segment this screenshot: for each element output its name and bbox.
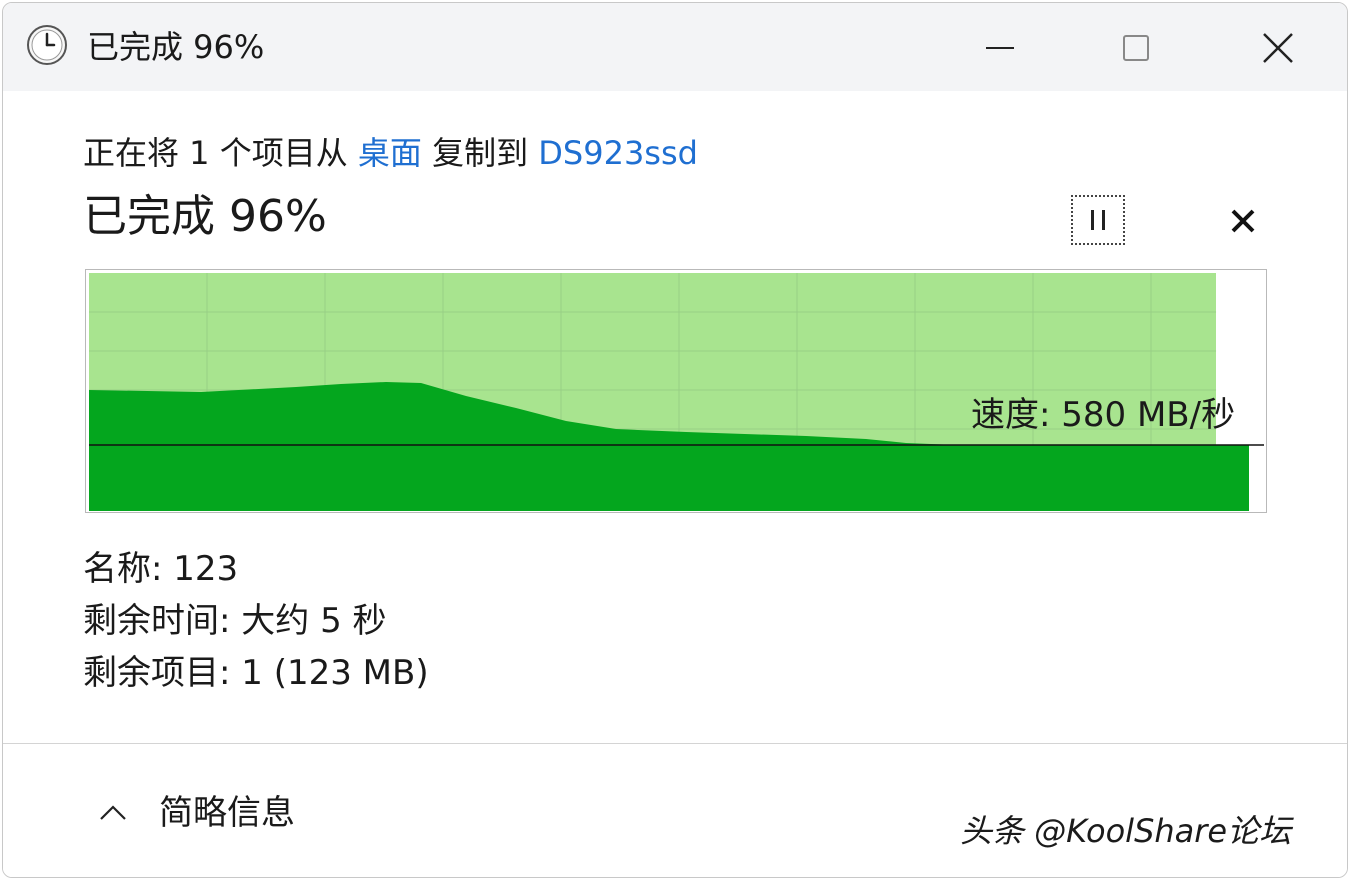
clock-icon bbox=[25, 23, 69, 67]
maximize-icon bbox=[1123, 35, 1149, 61]
maximize-button[interactable] bbox=[1105, 17, 1167, 79]
pause-icon bbox=[1091, 210, 1105, 230]
cancel-icon bbox=[1231, 209, 1255, 233]
copy-progress-window: 已完成 96% 正在将 1 个项目从 桌面 复制到 DS923ssd 已完成 9… bbox=[2, 2, 1348, 878]
watermark: 头条 @KoolShare论坛 bbox=[960, 812, 1292, 850]
less-details-button[interactable]: 简略信息 bbox=[95, 790, 295, 836]
destination-link[interactable]: DS923ssd bbox=[538, 134, 698, 172]
close-window-button[interactable] bbox=[1247, 17, 1309, 79]
speed-label: 速度: 580 MB/秒 bbox=[971, 395, 1236, 435]
detail-name: 名称: 123 bbox=[83, 549, 239, 589]
detail-items-remaining: 剩余项目: 1 (123 MB) bbox=[83, 653, 429, 693]
cancel-copy-button[interactable] bbox=[1217, 195, 1269, 247]
speed-graph bbox=[85, 269, 1267, 513]
copy-middle: 复制到 bbox=[432, 134, 529, 172]
close-icon bbox=[1263, 33, 1293, 63]
less-details-label: 简略信息 bbox=[159, 793, 295, 833]
title-bar[interactable]: 已完成 96% bbox=[3, 3, 1347, 91]
minimize-icon bbox=[986, 47, 1014, 49]
progress-heading: 已完成 96% bbox=[83, 191, 327, 242]
window-title: 已完成 96% bbox=[87, 28, 265, 66]
pause-button[interactable] bbox=[1071, 195, 1125, 245]
detail-time-remaining: 剩余时间: 大约 5 秒 bbox=[83, 601, 387, 641]
copy-description: 正在将 1 个项目从 桌面 复制到 DS923ssd bbox=[83, 131, 698, 175]
source-link[interactable]: 桌面 bbox=[358, 134, 422, 172]
chevron-up-icon bbox=[100, 805, 126, 820]
speed-graph-svg bbox=[89, 273, 1264, 511]
copy-prefix: 正在将 1 个项目从 bbox=[83, 134, 348, 172]
minimize-button[interactable] bbox=[969, 17, 1031, 79]
